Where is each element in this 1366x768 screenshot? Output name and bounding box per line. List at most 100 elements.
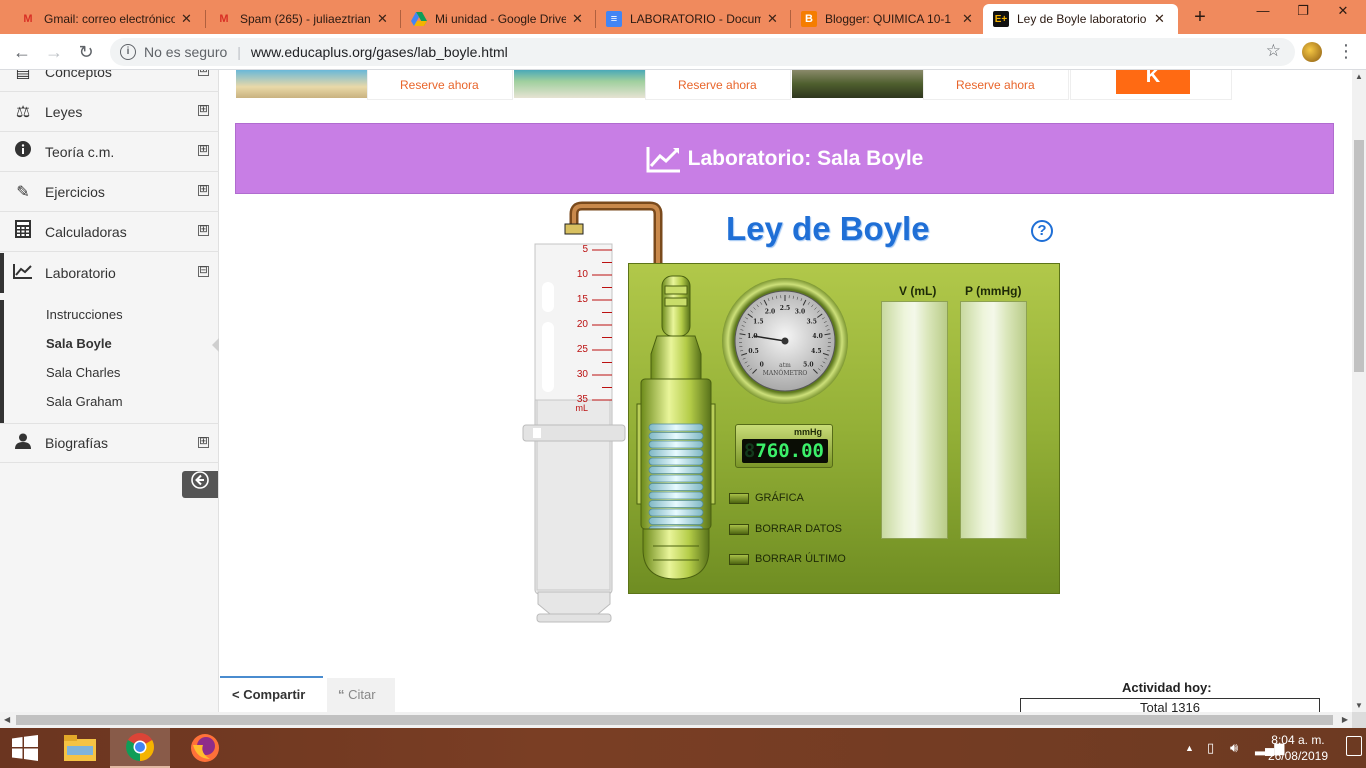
maximize-button[interactable]: ❐ — [1283, 0, 1323, 26]
forward-button[interactable]: → — [42, 40, 66, 64]
action-center-icon[interactable] — [1346, 736, 1362, 756]
scales-icon: ⚖ — [15, 103, 31, 121]
close-window-button[interactable]: ✕ — [1323, 0, 1363, 26]
ad-image-mountains[interactable] — [792, 70, 923, 98]
sidebar-item-laboratorio[interactable]: Laboratorio ⊟ — [0, 253, 219, 293]
ad-reserve-link[interactable]: Reserve ahora — [956, 78, 1035, 92]
tab-label: Mi unidad - Google Drive — [435, 12, 566, 26]
sidebar-item-teoria[interactable]: Teoría c.m. ⊞ — [0, 132, 219, 172]
spring-coil — [648, 517, 704, 525]
tab-drive[interactable]: Mi unidad - Google Drive ✕ — [401, 4, 596, 34]
scroll-down-icon[interactable]: ▼ — [1355, 701, 1363, 710]
browser-menu-icon[interactable]: ⋮ — [1336, 40, 1356, 64]
chrome-taskbar-icon[interactable] — [110, 728, 170, 768]
button-led — [729, 492, 749, 504]
share-tab[interactable]: < Compartir — [220, 676, 323, 712]
sidebar-item-label: Ejercicios — [45, 183, 105, 200]
gmail-icon: M — [23, 13, 33, 25]
ad-image-coast[interactable] — [514, 70, 645, 98]
collapse-sidebar-button[interactable] — [182, 471, 218, 498]
activity-label: Actividad hoy: — [1122, 680, 1212, 695]
sidebar-subitem-sala-boyle[interactable]: Sala Boyle — [0, 329, 219, 358]
tab-ley-de-boyle[interactable]: E+ Ley de Boyle laboratorio ✕ — [983, 4, 1178, 34]
horizontal-scroll-thumb[interactable] — [16, 715, 1333, 725]
tab-close-icon[interactable]: ✕ — [181, 11, 195, 27]
grafica-button[interactable]: GRÁFICA — [729, 492, 804, 504]
taskbar-clock[interactable]: 8:04 a. m. 26/08/2019 — [1268, 732, 1328, 764]
sidebar-item-calculadoras[interactable]: Calculadoras ⊞ — [0, 212, 219, 252]
tab-gmail[interactable]: M Gmail: correo electrónico ✕ — [10, 4, 205, 34]
tab-spam[interactable]: M Spam (265) - juliaeztrian ✕ — [206, 4, 401, 34]
tab-close-icon[interactable]: ✕ — [962, 11, 976, 27]
expand-icon[interactable]: ⊞ — [198, 437, 209, 448]
tray-tablet-icon[interactable]: ▯ — [1207, 740, 1214, 756]
gauge-tick-label: 0 — [760, 361, 764, 368]
tab-close-icon[interactable]: ✕ — [572, 11, 586, 27]
tab-label: Spam (265) - juliaeztrian — [240, 12, 371, 26]
gauge-tick-label: 4.5 — [811, 348, 821, 355]
divider: | — [237, 44, 241, 60]
borrar-ultimo-button[interactable]: BORRAR ÚLTIMO — [729, 553, 846, 565]
syringe-scale-label: 25 — [576, 344, 588, 355]
back-button[interactable]: ← — [10, 40, 34, 64]
sidebar-item-conceptos[interactable]: ▤ Conceptos ⊞ — [0, 70, 219, 92]
ad-logo[interactable]: K — [1116, 70, 1190, 94]
info-icon[interactable]: i — [120, 44, 136, 60]
sidebar-subitem-instrucciones[interactable]: Instrucciones — [0, 300, 219, 329]
tab-docs[interactable]: ≡ LABORATORIO - Docum ✕ — [596, 4, 791, 34]
cite-tab[interactable]: “ Citar — [327, 678, 395, 712]
tray-chevron-up-icon[interactable]: ▲ — [1185, 743, 1194, 753]
pressure-value: 760.00 — [755, 440, 824, 462]
start-button[interactable] — [0, 728, 50, 768]
ad-reserve-link[interactable]: Reserve ahora — [400, 78, 479, 92]
sidebar-item-leyes[interactable]: ⚖ Leyes ⊞ — [0, 92, 219, 132]
cite-label: Citar — [348, 687, 376, 702]
firefox-taskbar-icon[interactable] — [175, 728, 235, 768]
sidebar: ▤ Conceptos ⊞ ⚖ Leyes ⊞ Teoría c.m. ⊞ ✎ … — [0, 70, 219, 712]
file-explorer-taskbar-icon[interactable] — [50, 728, 110, 768]
minimize-button[interactable]: — — [1243, 0, 1283, 26]
profile-avatar[interactable] — [1302, 42, 1322, 62]
borrar-datos-button[interactable]: BORRAR DATOS — [729, 523, 842, 535]
tab-close-icon[interactable]: ✕ — [377, 11, 391, 27]
valve — [564, 223, 584, 235]
vertical-scroll-thumb[interactable] — [1354, 140, 1364, 372]
gauge-pivot — [781, 337, 789, 345]
gauge-tick-label: 1.5 — [753, 319, 763, 326]
scroll-right-icon[interactable]: ▶ — [1342, 715, 1348, 724]
bookmark-star-icon[interactable]: ☆ — [1266, 41, 1281, 61]
tab-close-icon[interactable]: ✕ — [767, 11, 781, 27]
tab-close-icon[interactable]: ✕ — [1154, 11, 1168, 27]
security-label: No es seguro — [144, 44, 228, 60]
expand-icon[interactable]: ⊞ — [198, 225, 209, 236]
new-tab-button[interactable]: + — [1188, 6, 1212, 30]
vertical-scrollbar[interactable]: ▲ ▼ — [1352, 70, 1366, 712]
spring-coil — [648, 423, 704, 432]
plunger-cap — [536, 613, 612, 623]
ad-reserve-link[interactable]: Reserve ahora — [678, 78, 757, 92]
sidebar-item-label: Laboratorio — [45, 265, 116, 281]
help-icon[interactable]: ? — [1031, 220, 1053, 242]
sidebar-subitem-sala-charles[interactable]: Sala Charles — [0, 358, 219, 387]
syringe-reflection — [542, 282, 554, 312]
sidebar-item-label: Leyes — [45, 103, 83, 120]
tab-blogger[interactable]: B Blogger: QUIMICA 10-1 ✕ — [791, 4, 986, 34]
ad-image-beach[interactable] — [236, 70, 367, 98]
scroll-up-icon[interactable]: ▲ — [1355, 72, 1363, 81]
simulation-panel: 0 0.5 1.0 1.5 2.0 2.5 3.0 3.5 4.0 4.5 5.0 atm MANÓ… — [628, 263, 1060, 594]
address-bar[interactable]: i No es seguro | www.educaplus.org/gases… — [110, 38, 1295, 66]
sidebar-item-biografias[interactable]: Biografías ⊞ — [0, 423, 219, 463]
concepts-icon: ▤ — [15, 70, 31, 81]
expand-icon[interactable]: ⊞ — [198, 105, 209, 116]
collapse-icon[interactable]: ⊟ — [198, 266, 209, 277]
sidebar-item-ejercicios[interactable]: ✎ Ejercicios ⊞ — [0, 172, 219, 212]
horizontal-scrollbar[interactable]: ◀ ▶ — [0, 712, 1352, 728]
sidebar-subitem-sala-graham[interactable]: Sala Graham — [0, 387, 219, 423]
tray-volume-icon[interactable]: 🔊︎ — [1230, 740, 1238, 756]
expand-icon[interactable]: ⊞ — [198, 185, 209, 196]
reload-button[interactable]: ↻ — [74, 40, 98, 64]
expand-icon[interactable]: ⊞ — [198, 145, 209, 156]
lab-header-title: Laboratorio: Sala Boyle — [687, 146, 924, 170]
expand-icon[interactable]: ⊞ — [198, 70, 209, 76]
scroll-left-icon[interactable]: ◀ — [4, 715, 10, 724]
